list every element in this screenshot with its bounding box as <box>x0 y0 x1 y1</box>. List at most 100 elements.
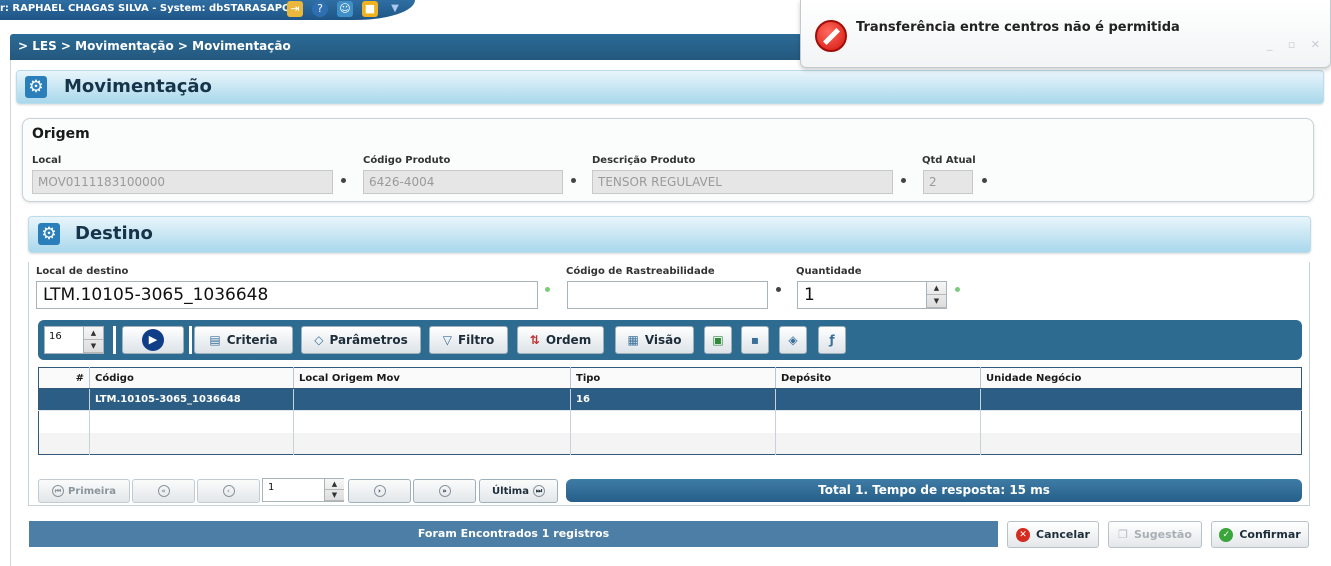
local-label: Local <box>32 155 62 166</box>
page-title: Movimentação <box>64 76 212 97</box>
page-number-stepper[interactable]: ▲ ▼ <box>324 479 344 501</box>
gear-icon: ⚙ <box>25 76 47 98</box>
quantidade-stepper[interactable]: ▲ ▼ <box>926 282 946 308</box>
suggestion-button[interactable]: ❐ Sugestão <box>1108 521 1202 548</box>
parametros-button[interactable]: ◇ Parâmetros <box>301 326 421 354</box>
criteria-button[interactable]: ▤ Criteria <box>194 326 293 354</box>
table-row <box>38 410 1302 433</box>
codigo-produto-label: Código Produto <box>363 155 451 166</box>
column-header[interactable]: Depósito <box>775 367 981 389</box>
toolbar-separator <box>189 326 192 354</box>
error-message: Transferência entre centros não é permit… <box>856 20 1180 35</box>
chevron-down-icon[interactable]: ▼ <box>325 490 344 501</box>
gear-icon: ⚙ <box>38 223 60 245</box>
cell-unidade-negocio <box>980 388 1302 411</box>
table-row <box>38 432 1302 455</box>
status-dot <box>341 178 346 183</box>
local-destino-input[interactable]: LTM.10105-3065_1036648 <box>36 281 538 309</box>
table-row[interactable]: 1 LTM.10105-3065_1036648 16 <box>38 388 1302 411</box>
sort-icon: ⇅ <box>529 333 540 347</box>
prev-icon: ‹ <box>222 485 235 497</box>
qtd-atual-label: Qtd Atual <box>922 155 976 166</box>
user-icon[interactable]: ☺ <box>337 1 353 17</box>
rastreabilidade-input[interactable] <box>567 281 768 309</box>
suggestion-label: Sugestão <box>1134 528 1192 541</box>
code-button[interactable]: ◈ <box>779 326 807 354</box>
view-icon: ▦ <box>627 333 639 347</box>
filter-icon: ▽ <box>442 333 452 347</box>
page-size-stepper[interactable]: ▲ ▼ <box>83 327 103 353</box>
last-icon: ⏭ <box>532 485 545 497</box>
status-dot <box>982 178 987 183</box>
first-icon: ⏮ <box>52 485 64 497</box>
total-status-bar: Total 1. Tempo de resposta: 15 ms <box>566 479 1302 502</box>
column-header[interactable]: Local Origem Mov <box>293 367 571 389</box>
rastreabilidade-label: Código de Rastreabilidade <box>566 266 715 277</box>
breadcrumb: > LES > Movimentação > Movimentação <box>18 39 291 53</box>
visao-button[interactable]: ▦ Visão <box>615 326 694 354</box>
filtro-label: Filtro <box>457 333 495 347</box>
status-dot <box>571 178 576 183</box>
ordem-button[interactable]: ⇅ Ordem <box>517 326 604 354</box>
exit-icon[interactable]: ⇥ <box>287 1 303 17</box>
grid-toolbar: 16 ▲ ▼ ▶ ▤ Criteria ◇ Parâmetros ▽ Filtr… <box>38 320 1302 360</box>
chevron-up-icon[interactable]: ▲ <box>84 327 103 340</box>
next-page-button[interactable]: › <box>348 479 411 503</box>
chevron-down-icon[interactable]: ▼ <box>84 340 103 353</box>
quantidade-input[interactable]: 1 <box>797 281 947 309</box>
origem-label: Origem <box>32 126 90 142</box>
first-page-button[interactable]: ⏮ Primeira <box>38 479 130 503</box>
parametros-label: Parâmetros <box>329 333 408 347</box>
descricao-produto-label: Descrição Produto <box>592 155 696 166</box>
column-header[interactable]: Código <box>89 367 294 389</box>
last-page-label: Última <box>492 485 529 497</box>
export-button[interactable]: ▣ <box>704 326 732 354</box>
next-icon: › <box>373 485 386 497</box>
confirm-button[interactable]: ✓ Confirmar <box>1211 521 1309 548</box>
results-grid: # Código Local Origem Mov Tipo Depósito … <box>38 367 1302 455</box>
local-destino-label: Local de destino <box>36 266 129 277</box>
save-button[interactable]: ▪ <box>741 326 769 354</box>
chevron-up-icon[interactable]: ▲ <box>927 282 946 295</box>
prev-block-button[interactable]: « <box>132 479 195 503</box>
run-button[interactable]: ▶ <box>122 326 184 354</box>
column-header[interactable]: # <box>38 367 90 389</box>
page-header: ⚙ Movimentação <box>16 70 1324 104</box>
top-icons: ⇥ ? ☺ ■ ▼ <box>287 1 403 17</box>
grid-header-row: # Código Local Origem Mov Tipo Depósito … <box>38 367 1302 389</box>
status-dot <box>955 287 960 292</box>
confirm-label: Confirmar <box>1239 528 1301 541</box>
cell-local-origem <box>293 388 571 411</box>
criteria-label: Criteria <box>226 333 278 347</box>
user-system-text: r: RAPHAEL CHAGAS SILVA - System: dbSTAR… <box>0 3 299 14</box>
rewind-icon: « <box>157 485 170 497</box>
lock-icon[interactable]: ■ <box>362 1 378 17</box>
column-header[interactable]: Unidade Negócio <box>980 367 1302 389</box>
cell-deposito <box>775 388 981 411</box>
cancel-label: Cancelar <box>1036 528 1090 541</box>
chevron-up-icon[interactable]: ▲ <box>325 479 344 490</box>
row-number: 1 <box>38 388 90 411</box>
toolbar-separator <box>113 326 116 354</box>
next-block-button[interactable]: » <box>413 479 476 503</box>
status-dot <box>776 287 781 292</box>
prev-page-button[interactable]: ‹ <box>197 479 260 503</box>
records-found-bar: Foram Encontrados 1 registros <box>29 521 998 547</box>
column-header[interactable]: Tipo <box>570 367 776 389</box>
copy-icon: ❐ <box>1118 528 1128 541</box>
error-notification: Transferência entre centros não é permit… <box>800 0 1331 68</box>
cancel-icon: ✕ <box>1016 527 1031 542</box>
code-icon: ◈ <box>788 333 798 347</box>
criteria-icon: ▤ <box>209 333 221 347</box>
dropdown-icon[interactable]: ▼ <box>387 1 403 17</box>
last-page-button[interactable]: Última ⏭ <box>479 479 558 503</box>
help-icon[interactable]: ? <box>312 1 328 17</box>
quantidade-label: Quantidade <box>796 266 862 277</box>
chevron-down-icon[interactable]: ▼ <box>927 295 946 308</box>
cancel-button[interactable]: ✕ Cancelar <box>1007 521 1099 548</box>
function-button[interactable]: ƒ <box>818 326 846 354</box>
descricao-produto-field: TENSOR REGULAVEL <box>592 170 893 194</box>
filtro-button[interactable]: ▽ Filtro <box>429 326 508 354</box>
check-icon: ✓ <box>1219 527 1234 542</box>
destino-header: ⚙ Destino <box>28 216 1311 253</box>
